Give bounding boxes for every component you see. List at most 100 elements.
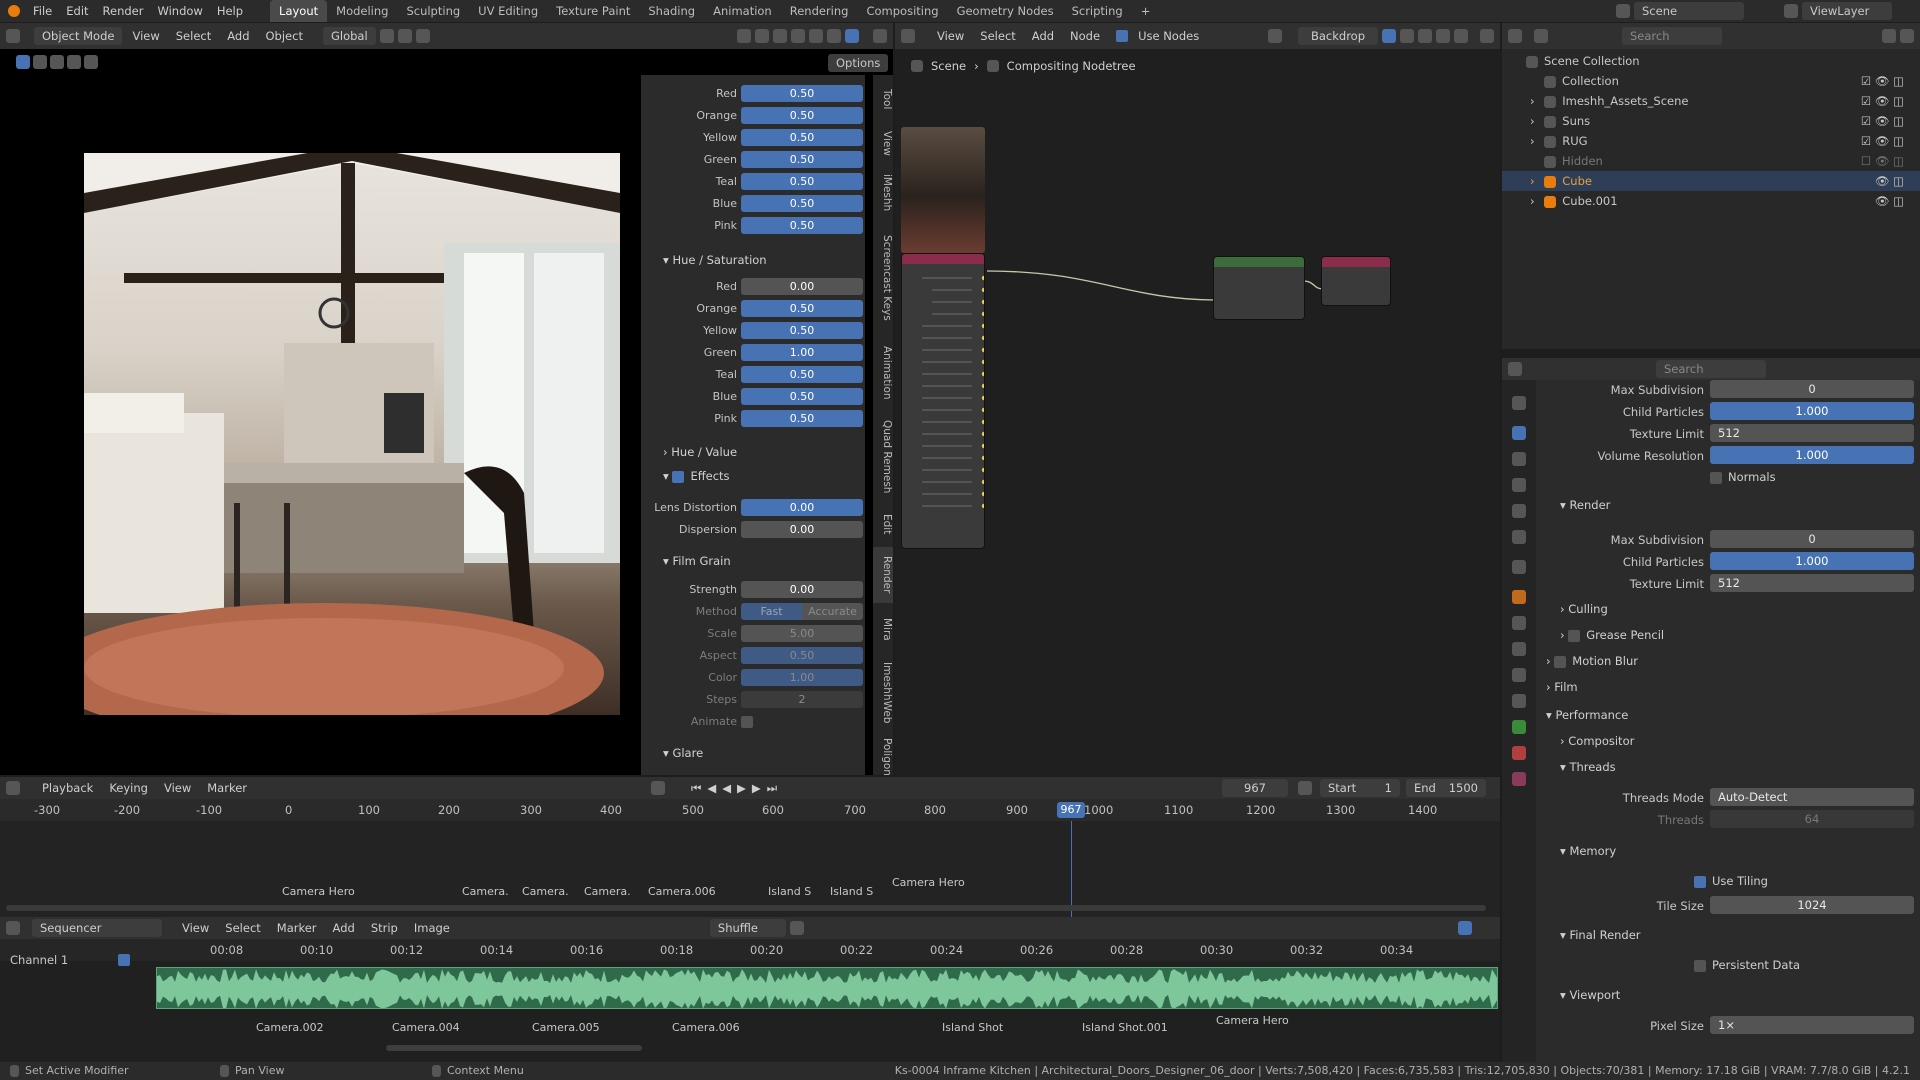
outliner-row-suns[interactable]: › Suns ☑ 👁 ◫ [1502,111,1920,131]
seq-menu-marker[interactable]: Marker [271,919,323,937]
persistent-data-checkbox[interactable] [1694,959,1706,972]
tab-compositing[interactable]: Compositing [857,0,947,22]
select-extend-icon[interactable] [50,55,64,69]
seq-marker-camera-002[interactable]: Camera.002 [256,1021,324,1034]
tab-animation[interactable]: Animation [704,0,781,22]
marker-camera-2[interactable]: Camera. [522,885,569,898]
blender-logo-icon[interactable] [8,5,20,17]
backdrop-button[interactable]: Backdrop [1298,27,1378,45]
visibility-icons-4[interactable]: ☑ 👁 ◫ [1861,131,1904,151]
channel-mute-checkbox[interactable] [118,954,130,966]
seq-menu-add[interactable]: Add [327,919,361,937]
audio-strip[interactable] [156,967,1498,1009]
top-orange-field[interactable]: 0.50 [741,107,863,124]
tab-edit[interactable]: Edit [873,505,893,543]
particles-props-icon[interactable] [1512,642,1526,656]
tab-render[interactable]: Render [873,547,893,603]
tab-shading[interactable]: Shading [639,0,704,22]
tile-size-field[interactable]: 1024 [1710,896,1914,914]
scene-collection-row[interactable]: Scene Collection [1502,51,1920,71]
render-subpanel[interactable]: ▾ Render [1560,498,1610,512]
hs-orange-field[interactable]: 0.50 [741,300,863,317]
hs-blue-field[interactable]: 0.50 [741,388,863,405]
menu-select[interactable]: Select [170,27,217,45]
vp-volume-resolution-field[interactable]: 1.000 [1710,446,1914,464]
xray-icon[interactable] [773,29,787,43]
strength-field[interactable]: 0.00 [741,581,863,598]
threads-subpanel[interactable]: ▾ Threads [1560,760,1616,774]
options-button[interactable]: Options [828,54,889,72]
snap-seq-icon[interactable] [789,921,804,935]
comp-menu-add[interactable]: Add [1026,27,1060,45]
sequencer-mode-dropdown[interactable]: Sequencer [32,919,162,937]
tab-uv-editing[interactable]: UV Editing [469,0,547,22]
mode-selector[interactable]: Object Mode [34,27,123,45]
grease-pencil-checkbox[interactable] [1568,629,1581,642]
tab-layout[interactable]: Layout [270,0,328,22]
collection-props-icon[interactable] [1512,560,1526,574]
threads-count-field[interactable]: 64 [1710,810,1914,828]
effects-checkbox[interactable] [672,470,685,483]
current-frame-field[interactable]: 967 [1222,779,1288,797]
texture-props-icon[interactable] [1512,772,1526,786]
marker-island-s-1[interactable]: Island S [768,885,811,898]
tab-mira[interactable]: Mira [873,607,893,651]
composite-node-header[interactable] [1322,257,1390,267]
seq-menu-strip[interactable]: Strip [365,919,404,937]
compositor-subpanel[interactable]: › Compositor [1560,734,1634,748]
top-pink-field[interactable]: 0.50 [741,217,863,234]
tab-poligon[interactable]: Poligon [873,735,893,779]
final-render-subpanel[interactable]: ▾ Final Render [1560,928,1641,942]
menu-add[interactable]: Add [221,27,255,45]
channel-b-icon[interactable] [1454,29,1468,43]
scene-icon[interactable] [1616,4,1630,18]
tab-quad-remesh[interactable]: Quad Remesh [873,413,893,501]
world-props-icon[interactable] [1512,530,1526,544]
aspect-field[interactable]: 0.50 [741,647,863,664]
end-frame-field[interactable]: End 1500 [1406,779,1486,797]
hs-yellow-field[interactable]: 0.50 [741,322,863,339]
scale-field[interactable]: 5.00 [741,625,863,642]
motion-blur-checkbox[interactable] [1554,655,1567,668]
timer-icon[interactable] [1298,781,1312,795]
seq-menu-select[interactable]: Select [219,919,266,937]
menu-object[interactable]: Object [260,27,309,45]
film-panel[interactable]: › Film [1546,680,1578,694]
playhead-frame-badge[interactable]: 967 [1057,802,1085,818]
output-props-icon[interactable] [1512,452,1526,466]
shuffle-dropdown[interactable]: Shuffle [709,919,786,937]
modifier-props-icon[interactable] [1512,616,1526,630]
film-grain-section[interactable]: ▾ Film Grain [663,554,731,568]
data-props-icon[interactable] [1512,720,1526,734]
tab-view[interactable]: View [873,123,893,163]
menu-timeline-view[interactable]: View [158,779,197,797]
seq-marker-island-shot[interactable]: Island Shot [942,1021,1003,1034]
view-layer-props-icon[interactable] [1512,478,1526,492]
top-blue-field[interactable]: 0.50 [741,195,863,212]
culling-subpanel[interactable]: › Culling [1560,602,1608,616]
shading-wireframe-icon[interactable] [791,29,805,43]
hs-teal-field[interactable]: 0.50 [741,366,863,383]
top-red-field[interactable]: 0.50 [741,85,863,102]
menu-file[interactable]: File [26,0,59,22]
scene-selector[interactable]: Scene [1634,2,1744,20]
use-tiling-option[interactable]: Use Tiling [1694,874,1768,888]
marker-camera-006[interactable]: Camera.006 [648,885,716,898]
outliner-row-imeshh-assets[interactable]: › Imeshh_Assets_Scene ☑ 👁 ◫ [1502,91,1920,111]
start-frame-field[interactable]: Start 1 [1320,779,1400,797]
video-sequencer[interactable]: Sequencer View Select Marker Add Strip I… [0,917,1500,1064]
normals-option[interactable]: Normals [1710,470,1776,484]
lens-distortion-field[interactable]: 0.00 [741,499,863,516]
material-props-icon[interactable] [1512,746,1526,760]
outliner-row-rug[interactable]: › RUG ☑ 👁 ◫ [1502,131,1920,151]
r-child-particles-field[interactable]: 1.000 [1710,552,1914,570]
outliner-row-cube[interactable]: › Cube 👁 ◫ [1502,171,1920,191]
marker-camera-1[interactable]: Camera. [462,885,509,898]
editor-type-icon[interactable] [6,29,20,43]
seq-marker-island-shot-001[interactable]: Island Shot.001 [1082,1021,1168,1034]
overlay-seq-icon[interactable] [1458,921,1472,935]
visibility-icons-3[interactable]: ☑ 👁 ◫ [1861,111,1904,131]
menu-help[interactable]: Help [210,0,250,22]
marker-camera-hero-2[interactable]: Camera Hero [892,876,965,889]
method-fast-button[interactable]: Fast [741,603,802,620]
